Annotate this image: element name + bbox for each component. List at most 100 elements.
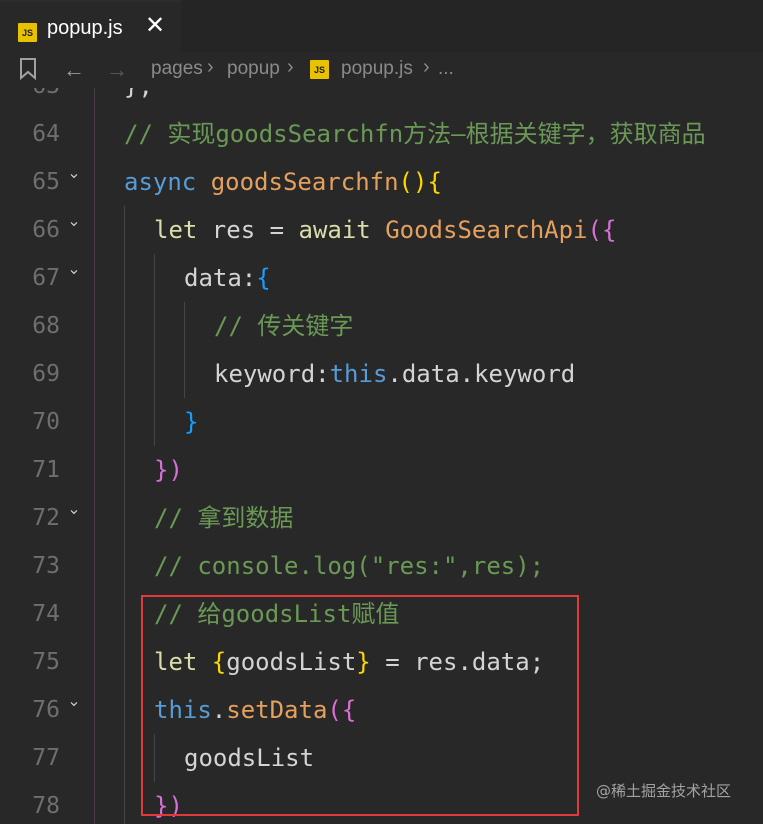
- fold-chevron-icon[interactable]: ⌄: [64, 206, 84, 254]
- fold-chevron-icon[interactable]: ⌄: [64, 494, 84, 542]
- fold-chevron-icon[interactable]: ⌄: [64, 158, 84, 206]
- line-number: 74: [32, 601, 60, 627]
- code-token: }: [356, 648, 371, 676]
- js-file-icon: JS: [18, 23, 37, 42]
- code-text: let res = await GoodsSearchApi({: [154, 206, 616, 254]
- chevron-right-icon: ›: [423, 56, 430, 78]
- code-text: // console.log("res:",res);: [154, 542, 544, 590]
- code-token: await: [298, 216, 386, 244]
- breadcrumb-item-pages[interactable]: pages: [151, 58, 203, 80]
- code-token: async: [124, 168, 211, 196]
- code-token: :: [241, 264, 257, 292]
- code-line[interactable]: 65 ⌄ async goodsSearchfn(){: [0, 158, 763, 206]
- breadcrumb-item-file[interactable]: popup.js: [341, 58, 413, 80]
- code-token: {: [601, 216, 617, 244]
- code-token: this: [329, 360, 388, 388]
- tab-popup-js[interactable]: JS popup.js ✕: [0, 0, 181, 52]
- forward-arrow-icon[interactable]: →: [106, 57, 128, 83]
- code-token: = res.data;: [370, 648, 545, 676]
- code-token: // 拿到数据: [154, 504, 294, 532]
- line-number: 73: [32, 553, 60, 579]
- code-editor[interactable]: 63},64// 实现goodsSearchfn方法—根据关键字，获取商品65⌄…: [0, 88, 763, 824]
- js-file-icon: JS: [310, 60, 329, 79]
- line-number: 66: [32, 217, 60, 243]
- line-number: 76: [32, 697, 60, 723]
- code-token: }): [154, 792, 183, 820]
- back-arrow-icon[interactable]: ←: [63, 57, 85, 83]
- code-token: keyword: [214, 360, 316, 388]
- code-token: // 给goodsList赋值: [154, 600, 400, 628]
- code-text: // 给goodsList赋值: [154, 590, 399, 638]
- breadcrumb-item-more[interactable]: ...: [438, 58, 454, 80]
- code-text: data:{: [184, 254, 271, 302]
- code-token: // 传关键字: [214, 312, 354, 340]
- code-token: (: [587, 216, 602, 244]
- code-text: // 拿到数据: [154, 494, 293, 542]
- code-token: },: [124, 88, 153, 100]
- code-line[interactable]: 66 ⌄ let res = await GoodsSearchApi({: [0, 206, 763, 254]
- code-line[interactable]: 73 // console.log("res:",res);: [0, 542, 763, 590]
- watermark: @稀土掘金技术社区: [596, 782, 732, 800]
- code-line[interactable]: 76 ⌄ this.setData({: [0, 686, 763, 734]
- line-number: 69: [32, 361, 60, 387]
- line-number: 68: [32, 313, 60, 339]
- code-line[interactable]: 72 ⌄ // 拿到数据: [0, 494, 763, 542]
- code-token: goodsSearchfn: [210, 168, 399, 196]
- code-token: }: [184, 408, 199, 436]
- code-text: async goodsSearchfn(){: [124, 158, 442, 206]
- code-line[interactable]: 71}): [0, 446, 763, 494]
- code-token: res: [211, 216, 270, 244]
- line-number: 75: [32, 649, 60, 675]
- tab-bar: JS popup.js ✕: [0, 0, 763, 53]
- code-line[interactable]: 68 // 传关键字: [0, 302, 763, 350]
- code-token: (: [327, 696, 342, 724]
- line-number: 64: [32, 121, 60, 147]
- code-text: goodsList: [184, 734, 314, 782]
- line-number: 71: [32, 457, 60, 483]
- close-icon[interactable]: ✕: [143, 14, 167, 38]
- code-line[interactable]: 64 // 实现goodsSearchfn方法—根据关键字，获取商品: [0, 110, 763, 158]
- chevron-right-icon: ›: [287, 56, 294, 78]
- fold-chevron-icon[interactable]: ⌄: [64, 686, 84, 734]
- code-token: GoodsSearchApi: [385, 216, 588, 244]
- breadcrumb-item-popup[interactable]: popup: [227, 58, 280, 80]
- code-token: {: [341, 696, 357, 724]
- bookmark-icon[interactable]: [19, 58, 37, 86]
- line-number: 65: [32, 169, 60, 195]
- code-token: // 实现goodsSearchfn方法—根据关键字，获取商品: [124, 120, 706, 148]
- code-token: (): [398, 168, 428, 196]
- code-line[interactable]: 75 let {goodsList} = res.data;: [0, 638, 763, 686]
- code-text: // 传关键字: [214, 302, 353, 350]
- code-token: setData: [226, 696, 328, 724]
- code-token: }): [154, 456, 183, 484]
- code-token: {: [211, 648, 227, 676]
- code-text: }): [154, 782, 183, 824]
- code-text: // 实现goodsSearchfn方法—根据关键字，获取商品: [124, 110, 706, 158]
- code-line[interactable]: 74 // 给goodsList赋值: [0, 590, 763, 638]
- line-number: 72: [32, 505, 60, 531]
- code-token: .data.keyword: [387, 360, 576, 388]
- code-line[interactable]: 67 ⌄ data:{: [0, 254, 763, 302]
- code-text: keyword:this.data.keyword: [214, 350, 575, 398]
- code-text: let {goodsList} = res.data;: [154, 638, 544, 686]
- code-token: =: [269, 216, 299, 244]
- line-number: 67: [32, 265, 60, 291]
- code-token: this: [154, 696, 212, 724]
- code-text: this.setData({: [154, 686, 356, 734]
- code-text: }): [154, 446, 183, 494]
- code-token: let: [154, 648, 212, 676]
- code-text: }: [184, 398, 198, 446]
- code-line[interactable]: 69 keyword:this.data.keyword: [0, 350, 763, 398]
- code-line[interactable]: 70}: [0, 398, 763, 446]
- fold-chevron-icon[interactable]: ⌄: [64, 254, 84, 302]
- line-number: 78: [32, 793, 60, 819]
- breadcrumb: ← → pages › popup › JS popup.js › ...: [0, 52, 763, 88]
- code-token: goodsList: [184, 744, 315, 772]
- code-line[interactable]: 77 goodsList: [0, 734, 763, 782]
- tab-title: popup.js: [47, 17, 123, 39]
- code-text: },: [124, 88, 153, 110]
- code-line[interactable]: 63},: [0, 88, 763, 110]
- line-number: 77: [32, 745, 60, 771]
- code-token: goodsList: [226, 648, 357, 676]
- chevron-right-icon: ›: [207, 56, 214, 78]
